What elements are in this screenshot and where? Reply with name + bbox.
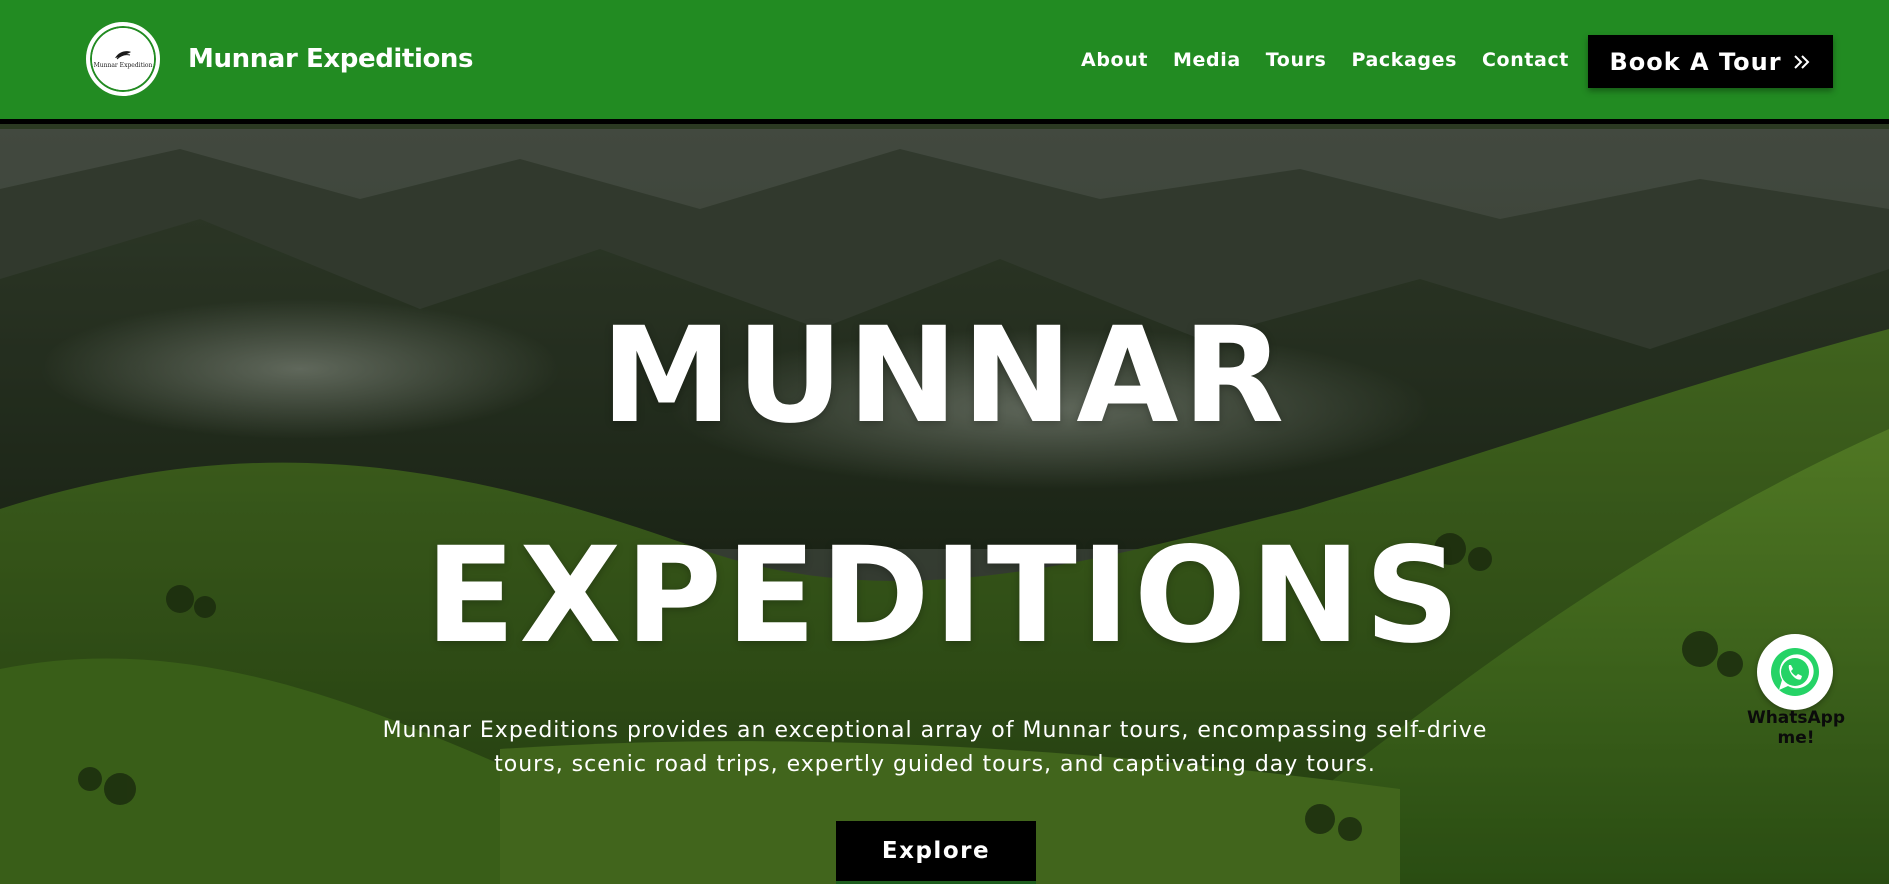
double-chevron-right-icon [1793,54,1809,69]
main-nav: About Media Tours Packages Contact [1081,49,1569,71]
whatsapp-button[interactable] [1757,634,1833,710]
book-a-tour-label: Book A Tour [1609,47,1782,76]
nav-link-packages[interactable]: Packages [1351,49,1457,71]
whatsapp-label: WhatsApp me! [1746,708,1846,748]
hero-title-line-1: MUNNAR [600,299,1289,453]
hero-title-line-2: EXPEDITIONS [425,519,1464,673]
nav-link-contact[interactable]: Contact [1482,49,1569,71]
nav-link-media[interactable]: Media [1173,49,1241,71]
hero-description: Munnar Expeditions provides an exception… [382,718,1488,777]
brand-name[interactable]: Munnar Expeditions [188,44,474,74]
nav-link-tours[interactable]: Tours [1266,49,1327,71]
nav-link-about[interactable]: About [1081,49,1148,71]
whatsapp-icon [1771,648,1819,696]
logo-emblem: Munnar Expedition [92,28,154,90]
explore-button[interactable]: Explore [836,821,1036,884]
book-a-tour-button[interactable]: Book A Tour [1588,35,1833,88]
leaf-icon [115,50,131,59]
logo[interactable]: Munnar Expedition [86,22,160,96]
site-header: Munnar Expedition Munnar Expeditions Abo… [0,0,1889,124]
logo-text: Munnar Expedition [93,61,153,69]
hero-section: MUNNAR EXPEDITIONS Munnar Expeditions pr… [0,129,1889,884]
